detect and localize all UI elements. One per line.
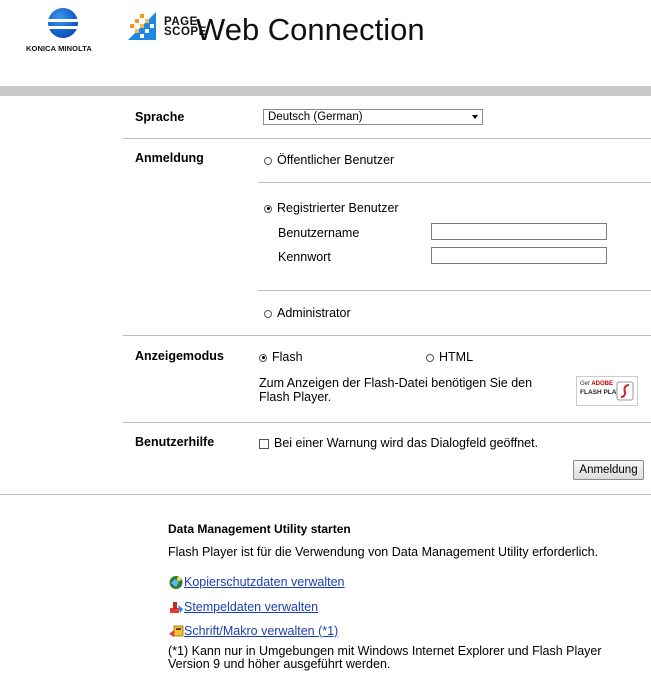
row-separator <box>123 138 651 139</box>
user-help-label: Benutzerhilfe <box>135 435 215 449</box>
utility-link-row[interactable]: Kopierschutzdaten verwalten <box>168 575 345 590</box>
section-separator <box>0 494 651 495</box>
user-help-checkbox-label: Bei einer Warnung wird das Dialogfeld ge… <box>274 436 539 450</box>
konica-minolta-globe-icon <box>48 8 78 38</box>
konica-minolta-logo: KONICA MINOLTA <box>26 8 106 58</box>
stamp-icon <box>170 602 183 614</box>
chevron-down-icon <box>472 115 478 119</box>
language-select[interactable]: Deutsch (German) <box>263 109 483 125</box>
registered-user-label: Registrierter Benutzer <box>277 201 399 215</box>
row-separator <box>258 182 651 183</box>
pagescope-logo-icon <box>128 12 156 40</box>
username-input[interactable] <box>431 223 607 240</box>
flash-radio[interactable] <box>259 353 267 362</box>
row-separator <box>123 335 651 336</box>
copy-protect-link[interactable]: Kopierschutzdaten verwalten <box>184 575 345 589</box>
display-mode-flash-option[interactable]: Flash <box>259 350 303 364</box>
public-user-label: Öffentlicher Benutzer <box>277 153 395 167</box>
get-flash-player-badge[interactable]: Get ADOBE FLASH PLAYER <box>576 376 638 406</box>
flash-player-note: Zum Anzeigen der Flash-Datei benötigen S… <box>259 376 533 404</box>
copy-protect-icon <box>169 576 183 590</box>
stamp-data-link[interactable]: Stempeldaten verwalten <box>184 600 318 614</box>
language-label: Sprache <box>135 110 185 124</box>
login-submit-button[interactable]: Anmeldung <box>573 460 644 480</box>
administrator-radio[interactable] <box>264 309 272 318</box>
row-separator <box>258 290 651 291</box>
utility-title: Data Management Utility starten <box>168 522 351 536</box>
header-divider-bar <box>0 86 651 96</box>
font-macro-icon <box>169 625 184 638</box>
badge-get-adobe: Get ADOBE <box>580 381 613 387</box>
registered-user-radio[interactable] <box>264 204 272 213</box>
row-separator <box>123 422 651 423</box>
public-user-radio[interactable] <box>264 156 272 165</box>
badge-adobe-text: ADOBE <box>591 381 614 387</box>
utility-link-row[interactable]: Schrift/Makro verwalten (*1) <box>168 624 338 639</box>
password-label: Kennwort <box>278 250 331 264</box>
utility-subtitle: Flash Player ist für die Verwendung von … <box>168 545 599 559</box>
administrator-label: Administrator <box>277 306 351 320</box>
html-label: HTML <box>439 350 474 364</box>
flash-player-icon <box>616 381 634 401</box>
language-select-value: Deutsch (German) <box>268 111 363 123</box>
display-mode-label: Anzeigemodus <box>135 349 224 363</box>
login-option-registered[interactable]: Registrierter Benutzer <box>264 201 399 215</box>
html-radio[interactable] <box>426 353 434 362</box>
badge-get-text: Get <box>580 381 590 387</box>
user-help-option[interactable]: Bei einer Warnung wird das Dialogfeld ge… <box>259 436 538 450</box>
login-option-public[interactable]: Öffentlicher Benutzer <box>264 153 394 167</box>
font-macro-link[interactable]: Schrift/Makro verwalten (*1) <box>184 624 338 638</box>
display-mode-html-option[interactable]: HTML <box>426 350 473 364</box>
username-label: Benutzername <box>278 226 360 240</box>
user-help-checkbox[interactable] <box>259 438 269 449</box>
product-title: Web Connection <box>196 12 425 47</box>
utility-link-row[interactable]: Stempeldaten verwalten <box>168 600 318 615</box>
login-label: Anmeldung <box>135 151 204 165</box>
utility-footnote: (*1) Kann nur in Umgebungen mit Windows … <box>168 644 602 671</box>
password-input[interactable] <box>431 247 607 264</box>
flash-label: Flash <box>272 350 303 364</box>
login-option-admin[interactable]: Administrator <box>264 306 351 320</box>
brand-name: KONICA MINOLTA <box>26 44 92 53</box>
